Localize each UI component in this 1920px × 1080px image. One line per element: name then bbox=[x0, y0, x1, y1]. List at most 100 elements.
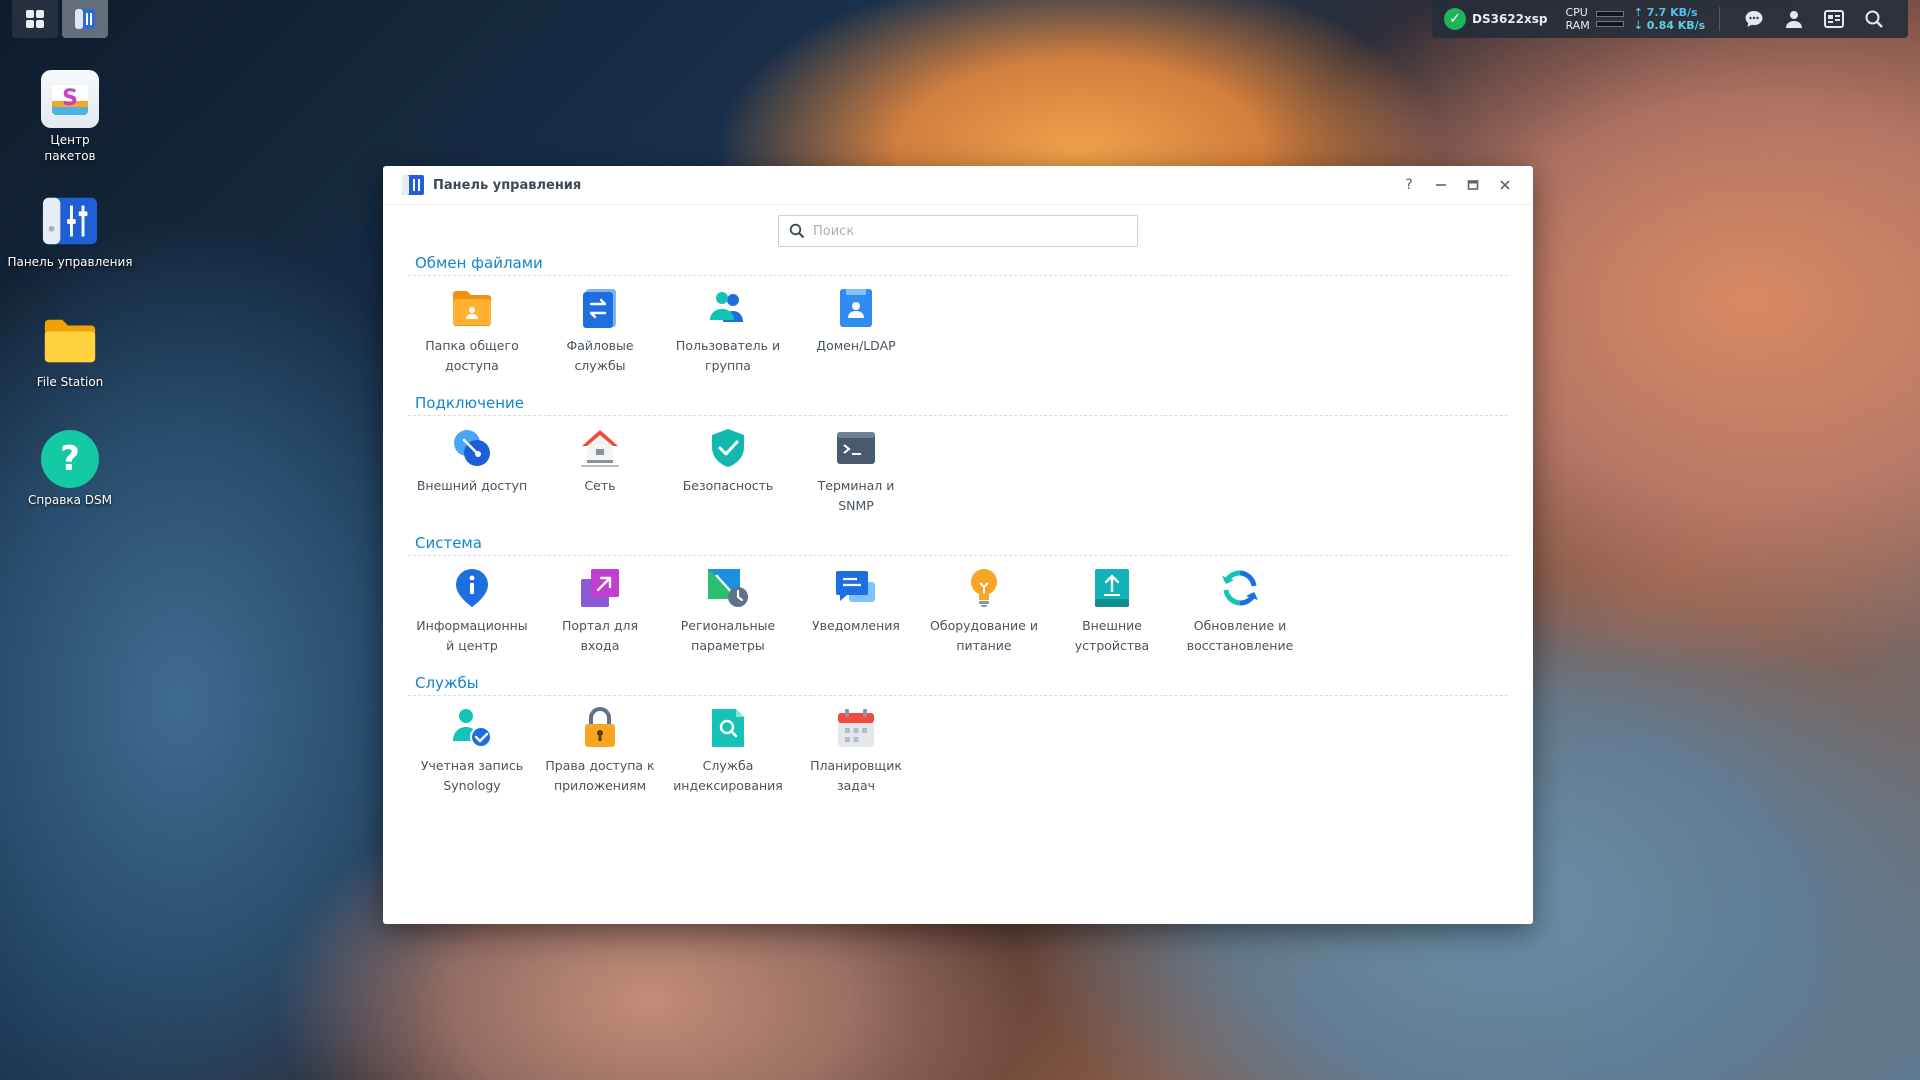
users-icon bbox=[706, 286, 750, 330]
notifications-button[interactable] bbox=[1734, 0, 1774, 38]
item-label: Служба bbox=[702, 758, 754, 773]
item-hardware-power[interactable]: Оборудование и питание bbox=[920, 566, 1048, 656]
desktop-package-center[interactable]: S Центр пакетов bbox=[0, 70, 140, 164]
global-search-button[interactable] bbox=[1854, 0, 1894, 38]
user-options-button[interactable] bbox=[1774, 0, 1814, 38]
search-input[interactable] bbox=[813, 223, 1113, 239]
resource-monitor-labels: CPU RAM bbox=[1565, 6, 1589, 32]
search-field[interactable] bbox=[778, 215, 1138, 247]
item-label: Домен/LDAP bbox=[816, 338, 896, 353]
item-label: входа bbox=[580, 638, 620, 653]
app-privileges-lock-icon bbox=[578, 706, 622, 750]
desktop-control-panel[interactable]: Панель управления bbox=[0, 192, 140, 270]
section-file-sharing: Обмен файлами Папка общего доступа Файло… bbox=[408, 254, 1508, 376]
window-titlebar[interactable]: Панель управления ? bbox=[383, 166, 1533, 205]
desktop-file-station[interactable]: File Station bbox=[0, 312, 140, 390]
info-pin-icon bbox=[450, 566, 494, 610]
item-label: Региональные bbox=[680, 618, 776, 633]
item-regional-options[interactable]: Региональные параметры bbox=[664, 566, 792, 656]
item-label: службы bbox=[574, 358, 626, 373]
item-label: Файловые bbox=[566, 338, 634, 353]
item-label: Терминал и bbox=[817, 478, 895, 493]
item-label: Папка общего bbox=[425, 338, 519, 353]
indexing-search-icon bbox=[706, 706, 750, 750]
taskbar-control-panel-button[interactable] bbox=[62, 0, 108, 38]
folder-icon bbox=[41, 312, 99, 370]
desktop-dsm-help[interactable]: ? Справка DSM bbox=[0, 430, 140, 508]
ram-label: RAM bbox=[1565, 19, 1590, 32]
item-label: Оборудование и bbox=[930, 618, 1038, 633]
download-arrow-icon: ⇣ bbox=[1633, 19, 1643, 32]
item-label: группа bbox=[705, 358, 751, 373]
regional-map-icon bbox=[706, 566, 750, 610]
lightbulb-icon bbox=[962, 566, 1006, 610]
item-file-services[interactable]: Файловые службы bbox=[536, 286, 664, 376]
widgets-icon bbox=[1824, 10, 1845, 28]
item-label: Портал для bbox=[561, 618, 639, 633]
close-button[interactable] bbox=[1495, 175, 1515, 195]
domain-icon bbox=[834, 286, 878, 330]
item-external-devices[interactable]: Внешние устройства bbox=[1048, 566, 1176, 656]
item-network[interactable]: Сеть bbox=[536, 426, 664, 516]
item-label: доступа bbox=[445, 358, 499, 373]
ram-usage-bar bbox=[1595, 21, 1624, 27]
item-synology-account[interactable]: Учетная запись Synology bbox=[408, 706, 536, 796]
desktop-label: Панель управления bbox=[7, 255, 133, 269]
user-icon bbox=[1786, 11, 1803, 28]
item-external-access[interactable]: Внешний доступ bbox=[408, 426, 536, 516]
taskbar-divider bbox=[1719, 7, 1721, 31]
item-label: Безопасность bbox=[682, 478, 774, 493]
desktop-label-line1: Центр bbox=[50, 133, 90, 147]
item-notifications[interactable]: Уведомления bbox=[792, 566, 920, 656]
grid-menu-icon bbox=[26, 10, 44, 28]
item-security[interactable]: Безопасность bbox=[664, 426, 792, 516]
upload-arrow-icon: ⇡ bbox=[1633, 6, 1643, 19]
taskbar-right: ✓ DS3622xsp CPU RAM ⇡ 7.7 KB/s ⇣ 0.84 KB… bbox=[1432, 0, 1908, 38]
desktop-label: File Station bbox=[36, 375, 104, 389]
login-portal-icon bbox=[578, 566, 622, 610]
terminal-icon bbox=[834, 426, 878, 470]
item-task-scheduler[interactable]: Планировщик задач bbox=[792, 706, 920, 796]
item-label: Информационны bbox=[416, 618, 528, 633]
external-device-icon bbox=[1090, 566, 1134, 610]
control-panel-window: Панель управления ? Обмен файлами П bbox=[383, 166, 1533, 924]
item-domain-ldap[interactable]: Домен/LDAP bbox=[792, 286, 920, 376]
desktop-label-line2: пакетов bbox=[44, 149, 96, 163]
section-title: Обмен файлами bbox=[408, 254, 1508, 276]
help-button[interactable]: ? bbox=[1399, 175, 1419, 195]
item-update-restore[interactable]: Обновление и восстановление bbox=[1176, 566, 1304, 656]
item-label: Сеть bbox=[584, 478, 616, 493]
item-label: Учетная запись bbox=[420, 758, 524, 773]
item-info-center[interactable]: Информационны й центр bbox=[408, 566, 536, 656]
item-label: Пользователь и bbox=[675, 338, 781, 353]
section-title: Система bbox=[408, 534, 1508, 556]
task-scheduler-calendar-icon bbox=[834, 706, 878, 750]
item-label: Внешние bbox=[1082, 618, 1142, 633]
section-system: Система Информационны й центр Портал для… bbox=[408, 534, 1508, 656]
resource-monitor-bars[interactable] bbox=[1595, 11, 1624, 27]
item-label: Внешний доступ bbox=[416, 478, 528, 493]
download-speed: 0.84 KB/s bbox=[1646, 19, 1706, 32]
notification-icon bbox=[834, 566, 878, 610]
item-shared-folder[interactable]: Папка общего доступа bbox=[408, 286, 536, 376]
cpu-usage-bar bbox=[1595, 11, 1624, 17]
file-services-icon bbox=[578, 286, 622, 330]
item-label: SNMP bbox=[838, 498, 874, 513]
minimize-button[interactable] bbox=[1431, 175, 1451, 195]
item-label: задач bbox=[837, 778, 875, 793]
maximize-button[interactable] bbox=[1463, 175, 1483, 195]
item-application-privileges[interactable]: Права доступа к приложениям bbox=[536, 706, 664, 796]
minimize-icon bbox=[1436, 184, 1446, 186]
svg-text:S: S bbox=[62, 86, 78, 111]
main-menu-button[interactable] bbox=[12, 0, 58, 38]
server-name: DS3622xsp bbox=[1472, 12, 1548, 26]
item-login-portal[interactable]: Портал для входа bbox=[536, 566, 664, 656]
desktop-label: Справка DSM bbox=[28, 493, 112, 507]
section-connectivity: Подключение Внешний доступ Сеть Безопасн… bbox=[408, 394, 1508, 516]
system-health-check-icon[interactable]: ✓ bbox=[1444, 8, 1466, 30]
widgets-button[interactable] bbox=[1814, 0, 1854, 38]
item-terminal-snmp[interactable]: Терминал и SNMP bbox=[792, 426, 920, 516]
item-indexing-service[interactable]: Служба индексирования bbox=[664, 706, 792, 796]
item-user-group[interactable]: Пользователь и группа bbox=[664, 286, 792, 376]
package-center-icon: S bbox=[41, 70, 99, 128]
